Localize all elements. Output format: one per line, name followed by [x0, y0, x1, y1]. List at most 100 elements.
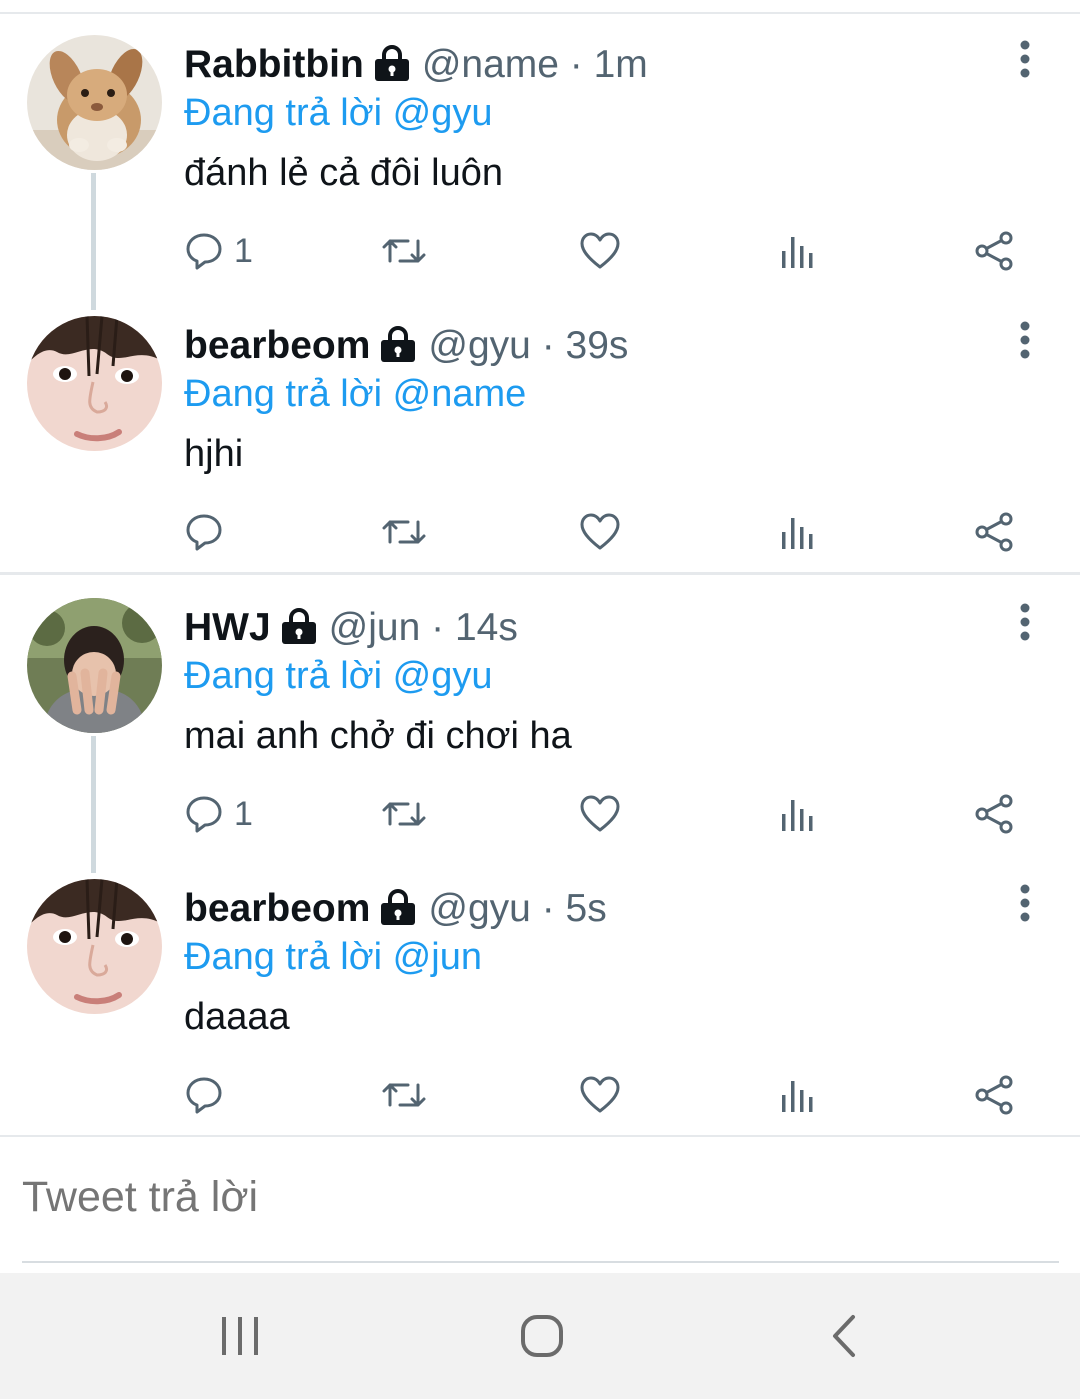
share-button[interactable]	[974, 1071, 1016, 1119]
more-vertical-icon	[1020, 884, 1030, 922]
tweet-actions: 1	[184, 227, 1044, 275]
lock-icon	[378, 326, 418, 373]
tweet-header: bearbeom @gyu · 39s	[184, 323, 628, 369]
tweet-actions	[184, 508, 1044, 556]
retweet-icon	[382, 239, 426, 263]
person-avatar-icon	[27, 598, 162, 733]
display-name[interactable]: bearbeom	[184, 324, 370, 367]
reply-button[interactable]: 1	[184, 227, 253, 275]
avatar[interactable]	[27, 35, 162, 170]
replying-to: Đang trả lời @jun	[184, 934, 482, 980]
replying-to: Đang trả lời @gyu	[184, 653, 493, 699]
more-vertical-icon	[1020, 321, 1030, 359]
replying-to-label: Đang trả lời	[184, 373, 393, 415]
tweet-text: đánh lẻ cả đôi luôn	[184, 152, 504, 194]
share-button[interactable]	[974, 508, 1016, 556]
reply-button[interactable]	[184, 1071, 234, 1119]
replying-to-handle[interactable]: @name	[393, 373, 527, 415]
lock-icon	[372, 45, 412, 92]
tweet[interactable]: HWJ @jun · 14s Đang trả lời @gyu mai anh …	[0, 575, 1080, 873]
tweet[interactable]: Rabbitbin @name · 1m Đang trả lời @gyu đá…	[0, 12, 1080, 310]
tweet-text: daaaa	[184, 996, 290, 1038]
retweet-button[interactable]	[380, 790, 428, 838]
lock-icon	[279, 608, 319, 655]
tweet-header: Rabbitbin @name · 1m	[184, 42, 648, 88]
tweet[interactable]: bearbeom @gyu · 5s Đang trả lời @jun daaa…	[0, 856, 1080, 1137]
avatar[interactable]	[27, 316, 162, 451]
avatar[interactable]	[27, 879, 162, 1014]
reply-composer	[22, 1137, 1059, 1263]
replying-to: Đang trả lời @gyu	[184, 90, 493, 136]
avatar[interactable]	[27, 598, 162, 733]
reply-icon	[186, 1077, 222, 1114]
tweet-actions: 1	[184, 790, 1044, 838]
conversation-thread: Rabbitbin @name · 1m Đang trả lời @gyu đá…	[0, 12, 1080, 575]
reply-icon	[186, 514, 222, 551]
reply-tweet-input[interactable]	[22, 1173, 1022, 1222]
recent-apps-button[interactable]	[210, 1311, 270, 1361]
share-icon	[975, 794, 1013, 834]
more-vertical-icon	[1020, 40, 1030, 78]
replying-to-label: Đang trả lời	[184, 655, 393, 697]
reply-button[interactable]: 1	[184, 790, 253, 838]
handle-timestamp[interactable]: @gyu · 5s	[428, 887, 606, 930]
share-button[interactable]	[974, 227, 1016, 275]
views-button[interactable]	[779, 508, 815, 556]
replying-to-handle[interactable]: @gyu	[393, 655, 493, 697]
tweet-text: mai anh chở đi chơi ha	[184, 715, 572, 757]
retweet-icon	[382, 802, 426, 826]
rabbit-avatar-icon	[27, 35, 162, 170]
handle-timestamp[interactable]: @gyu · 39s	[428, 324, 628, 367]
thread-connector-line	[91, 173, 96, 310]
more-options-button[interactable]	[1008, 884, 1042, 924]
reply-button[interactable]	[184, 508, 234, 556]
like-button[interactable]	[579, 790, 621, 838]
handle-timestamp[interactable]: @name · 1m	[422, 43, 648, 86]
retweet-button[interactable]	[380, 227, 428, 275]
handle-timestamp[interactable]: @jun · 14s	[329, 606, 518, 649]
system-navigation-bar	[0, 1273, 1080, 1399]
analytics-icon	[782, 518, 813, 549]
tweet[interactable]: bearbeom @gyu · 39s Đang trả lời @name hj…	[0, 293, 1080, 574]
tweet-actions	[184, 1071, 1044, 1119]
analytics-icon	[782, 1081, 813, 1112]
more-vertical-icon	[1020, 603, 1030, 641]
thread-connector-line	[91, 736, 96, 873]
recent-apps-icon	[222, 1317, 258, 1355]
home-icon	[521, 1315, 563, 1357]
more-options-button[interactable]	[1008, 603, 1042, 643]
views-button[interactable]	[779, 227, 815, 275]
back-icon	[833, 1315, 855, 1357]
reply-count: 1	[234, 794, 253, 833]
retweet-icon	[382, 520, 426, 544]
reply-icon	[186, 233, 222, 270]
like-button[interactable]	[579, 508, 621, 556]
more-options-button[interactable]	[1008, 40, 1042, 80]
more-options-button[interactable]	[1008, 321, 1042, 361]
home-button[interactable]	[512, 1311, 572, 1361]
like-button[interactable]	[579, 227, 621, 275]
replying-to-handle[interactable]: @jun	[393, 936, 482, 978]
reply-icon	[186, 796, 222, 833]
replying-to: Đang trả lời @name	[184, 371, 526, 417]
heart-icon	[580, 232, 620, 269]
display-name[interactable]: HWJ	[184, 606, 271, 649]
back-button[interactable]	[815, 1311, 875, 1361]
face-avatar-icon	[27, 316, 162, 451]
retweet-button[interactable]	[380, 1071, 428, 1119]
lock-icon	[378, 889, 418, 936]
share-button[interactable]	[974, 790, 1016, 838]
retweet-button[interactable]	[380, 508, 428, 556]
views-button[interactable]	[779, 1071, 815, 1119]
replying-to-handle[interactable]: @gyu	[393, 92, 493, 134]
views-button[interactable]	[779, 790, 815, 838]
analytics-icon	[782, 800, 813, 831]
retweet-icon	[382, 1083, 426, 1107]
share-icon	[975, 231, 1013, 271]
share-icon	[975, 512, 1013, 552]
replying-to-label: Đang trả lời	[184, 92, 393, 134]
tweet-header: HWJ @jun · 14s	[184, 605, 518, 651]
display-name[interactable]: bearbeom	[184, 887, 370, 930]
display-name[interactable]: Rabbitbin	[184, 43, 364, 86]
like-button[interactable]	[579, 1071, 621, 1119]
